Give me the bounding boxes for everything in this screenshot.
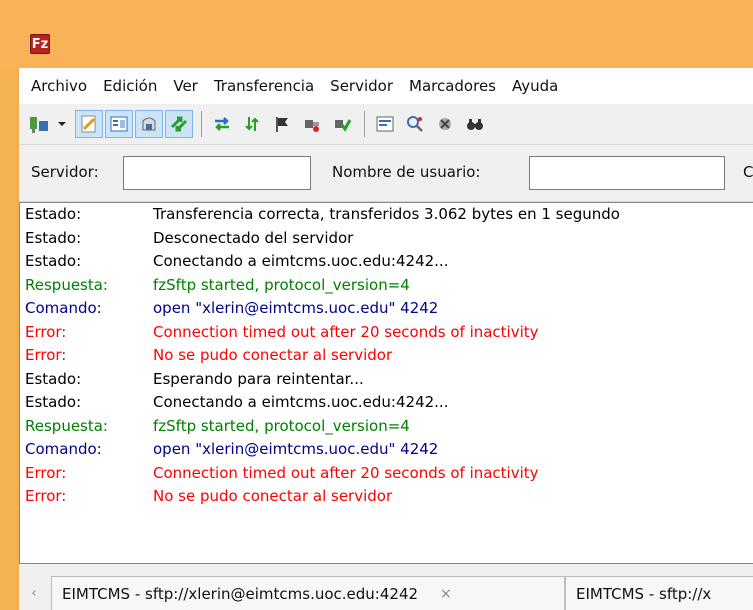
log-entry-message: fzSftp started, protocol_version=4 [153,275,410,294]
message-log[interactable]: Estado: Transferencia correcta, transferi… [19,202,753,564]
log-entry-label: Estado: [25,369,82,388]
log-entry-label: Respuesta: [25,416,108,435]
message-log-toggle-icon[interactable] [75,110,103,138]
log-entry-message: open "xlerin@eimtcms.uoc.edu" 4242 [153,440,439,458]
toolbar-separator [364,111,365,137]
filezilla-logo-icon: Fz [30,34,50,54]
reconnect-icon[interactable] [328,110,356,138]
log-entry-label: Error: [25,463,67,482]
menu-ver[interactable]: Ver [165,77,206,95]
refresh-icon[interactable] [208,110,236,138]
log-entry: Error: Connection timed out after 20 seco… [20,462,753,486]
dropdown-arrow-icon[interactable] [55,110,69,138]
menu-ayuda[interactable]: Ayuda [504,77,566,95]
process-queue-icon[interactable] [238,110,266,138]
log-entry: Error: No se pudo conectar al servidor [20,344,753,368]
site-manager-icon[interactable] [25,110,53,138]
menu-edicion[interactable]: Edición [95,77,165,95]
log-entry: Respuesta: fzSftp started, protocol_versi… [20,415,753,439]
menu-marcadores[interactable]: Marcadores [401,77,504,95]
transfer-queue-toggle-icon[interactable] [165,110,193,138]
remote-tree-toggle-icon[interactable] [135,110,163,138]
quickconnect-bar: Servidor: Nombre de usuario: C [19,144,753,202]
log-entry-label: Respuesta: [25,275,108,294]
log-entry-message: No se pudo conectar al servidor [153,487,393,505]
log-entry: Estado: Conectando a eimtcms.uoc.edu:4242… [20,391,753,415]
directory-listing-filter-icon[interactable] [371,110,399,138]
local-tree-toggle-icon[interactable] [105,110,133,138]
log-entry-label: Estado: [25,205,82,223]
log-entry-message: Connection timed out after 20 seconds of… [153,463,539,482]
log-entry: Estado: Desconectado del servidor [20,227,753,251]
host-label: Servidor: [31,163,99,181]
username-input[interactable] [529,156,725,190]
tab-eimtcms-2[interactable]: EIMTCMS - sftp://x [565,576,753,610]
toggle-sync-browsing-icon[interactable] [401,110,429,138]
tab-bar: ‹ EIMTCMS - sftp://xlerin@eimtcms.uoc.ed… [19,576,753,610]
log-entry-label: Estado: [25,252,82,270]
username-label: Nombre de usuario: [332,163,481,181]
password-label-partial: C [743,163,753,181]
menu-servidor[interactable]: Servidor [322,77,401,95]
log-entry: Respuesta: fzSftp started, protocol_versi… [20,274,753,298]
log-entry-label: Error: [25,346,67,364]
log-entry-message: open "xlerin@eimtcms.uoc.edu" 4242 [153,299,439,317]
tab-eimtcms-1[interactable]: EIMTCMS - sftp://xlerin@eimtcms.uoc.edu:… [51,576,565,610]
log-entry-label: Comando: [25,299,102,317]
title-bar: Fz [0,0,753,68]
menu-archivo[interactable]: Archivo [19,77,95,95]
tab-label: EIMTCMS - sftp://xlerin@eimtcms.uoc.edu:… [62,584,419,603]
host-input[interactable] [123,156,311,190]
toolbar-separator [201,111,202,137]
disconnect-icon[interactable] [298,110,326,138]
log-entry-label: Estado: [25,393,82,411]
log-entry-label: Comando: [25,440,102,458]
search-remote-icon[interactable] [461,110,489,138]
log-entry-message: Conectando a eimtcms.uoc.edu:4242... [153,252,449,270]
log-entry-message: fzSftp started, protocol_version=4 [153,416,410,435]
log-entry-message: Transferencia correcta, transferidos 3.0… [153,205,620,223]
log-entry: Error: No se pudo conectar al servidor [20,485,753,509]
log-entry-label: Estado: [25,228,82,247]
log-entry: Estado: Esperando para reintentar... [20,368,753,392]
log-entry-label: Error: [25,487,67,505]
log-entry-label: Error: [25,322,67,341]
cancel-operation-icon[interactable] [268,110,296,138]
log-entry-message: Esperando para reintentar... [153,369,364,388]
menu-transferencia[interactable]: Transferencia [206,77,322,95]
tab-label: EIMTCMS - sftp://x [576,584,712,603]
log-entry-message: Desconectado del servidor [153,228,354,247]
log-entry: Comando: open "xlerin@eimtcms.uoc.edu" 42… [20,297,753,321]
tab-scroll-left-icon[interactable]: ‹ [21,576,47,610]
close-icon[interactable]: × [440,586,452,602]
log-entry-message: Conectando a eimtcms.uoc.edu:4242... [153,393,449,411]
log-entry: Comando: open "xlerin@eimtcms.uoc.edu" 42… [20,438,753,462]
toolbar [19,104,753,144]
log-entry: Estado: Conectando a eimtcms.uoc.edu:4242… [20,250,753,274]
directory-comparison-icon[interactable] [431,110,459,138]
log-entry: Error: Connection timed out after 20 seco… [20,321,753,345]
menu-bar: Archivo Edición Ver Transferencia Servid… [19,68,753,104]
log-entry-message: Connection timed out after 20 seconds of… [153,322,539,341]
log-entry-message: No se pudo conectar al servidor [153,346,393,364]
log-entry: Estado: Transferencia correcta, transferi… [20,203,753,227]
main-window: Archivo Edición Ver Transferencia Servid… [17,68,753,610]
